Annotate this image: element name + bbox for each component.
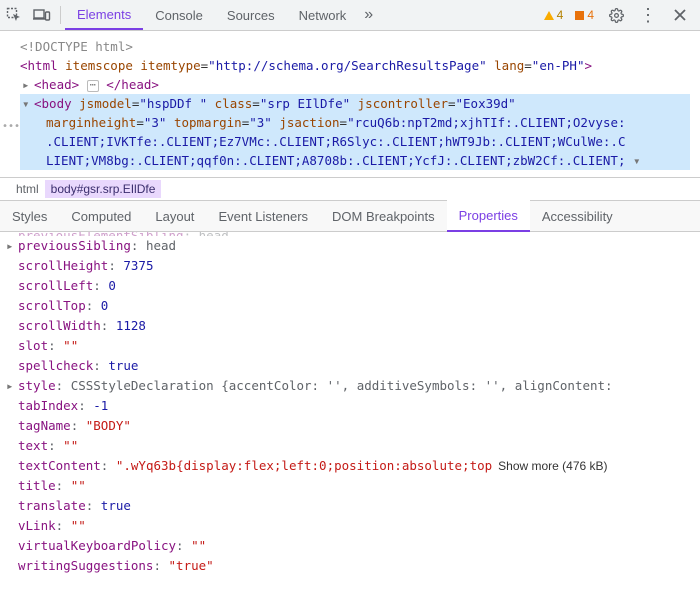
property-row[interactable]: spellcheck: true: [18, 356, 690, 376]
dom-html-open[interactable]: <html itemscope itemtype="http://schema.…: [20, 56, 690, 75]
property-row[interactable]: slot: "": [18, 336, 690, 356]
dom-head[interactable]: ▸<head> ⋯ </head>: [20, 75, 690, 94]
warnings-badge[interactable]: 4: [540, 8, 568, 22]
settings-gear-icon[interactable]: [602, 0, 630, 30]
dom-body-cont3: LIENT;VM8bg:.CLIENT;qqf0n:.CLIENT;A8708b…: [20, 151, 690, 170]
close-icon[interactable]: [666, 0, 694, 30]
property-row[interactable]: scrollHeight: 7375: [18, 256, 690, 276]
property-row[interactable]: scrollLeft: 0: [18, 276, 690, 296]
tab-elements[interactable]: Elements: [65, 0, 143, 30]
issue-square-icon: [575, 11, 584, 20]
tab-sources[interactable]: Sources: [215, 0, 287, 30]
tab-network[interactable]: Network: [287, 0, 359, 30]
ellipsis-icon[interactable]: ⋯: [87, 80, 99, 92]
device-toggle-icon[interactable]: [28, 0, 56, 30]
property-row[interactable]: text: "": [18, 436, 690, 456]
dom-tree[interactable]: <!DOCTYPE html> <html itemscope itemtype…: [0, 31, 700, 178]
crumb-body[interactable]: body#gsr.srp.EIlDfe: [45, 180, 162, 198]
warning-triangle-icon: [544, 11, 554, 20]
tab-console[interactable]: Console: [143, 0, 215, 30]
breadcrumb: html body#gsr.srp.EIlDfe: [0, 178, 700, 201]
crumb-html[interactable]: html: [10, 180, 45, 198]
dom-body-cont2: .CLIENT;IVKTfe:.CLIENT;Ez7VMc:.CLIENT;R6…: [20, 132, 690, 151]
inspect-icon[interactable]: [0, 0, 28, 30]
tabs-overflow[interactable]: »: [358, 0, 379, 30]
property-row[interactable]: scrollWidth: 1128: [18, 316, 690, 336]
property-row[interactable]: previousElementSibling: head: [18, 232, 690, 236]
subtab-computed[interactable]: Computed: [59, 201, 143, 231]
property-row[interactable]: writingSuggestions: "true": [18, 556, 690, 576]
properties-panel[interactable]: previousElementSibling: head▸previousSib…: [0, 232, 700, 580]
property-row[interactable]: ▸previousSibling: head: [18, 236, 690, 256]
property-row[interactable]: vLink: "": [18, 516, 690, 536]
dom-body[interactable]: ▾<body jsmodel="hspDDf " class="srp EIlD…: [20, 94, 690, 113]
selected-indicator-icon: •••: [2, 117, 20, 136]
property-row[interactable]: translate: true: [18, 496, 690, 516]
subtab-dom-breakpoints[interactable]: DOM Breakpoints: [320, 201, 447, 231]
subtab-styles[interactable]: Styles: [0, 201, 59, 231]
subtab-layout[interactable]: Layout: [143, 201, 206, 231]
show-more-button[interactable]: Show more (476 kB): [498, 459, 607, 473]
property-row[interactable]: textContent: ".wYq63b{display:flex;left:…: [18, 456, 690, 476]
subtab-properties[interactable]: Properties: [447, 200, 530, 232]
dom-body-cont1: marginheight="3" topmargin="3" jsaction=…: [20, 113, 690, 132]
property-row[interactable]: virtualKeyboardPolicy: "": [18, 536, 690, 556]
property-row[interactable]: scrollTop: 0: [18, 296, 690, 316]
sidebar-subtabs: Styles Computed Layout Event Listeners D…: [0, 201, 700, 232]
property-row[interactable]: ▸style: CSSStyleDeclaration {accentColor…: [18, 376, 690, 396]
subtab-event-listeners[interactable]: Event Listeners: [206, 201, 320, 231]
main-toolbar: Elements Console Sources Network » 4 4 ⋮: [0, 0, 700, 31]
property-row[interactable]: tagName: "BODY": [18, 416, 690, 436]
subtab-accessibility[interactable]: Accessibility: [530, 201, 625, 231]
issues-badge[interactable]: 4: [571, 8, 598, 22]
property-row[interactable]: title: "": [18, 476, 690, 496]
dom-doctype: <!DOCTYPE html>: [20, 37, 690, 56]
panel-tabs: Elements Console Sources Network »: [65, 0, 379, 30]
property-row[interactable]: tabIndex: -1: [18, 396, 690, 416]
kebab-menu-icon[interactable]: ⋮: [634, 0, 662, 30]
